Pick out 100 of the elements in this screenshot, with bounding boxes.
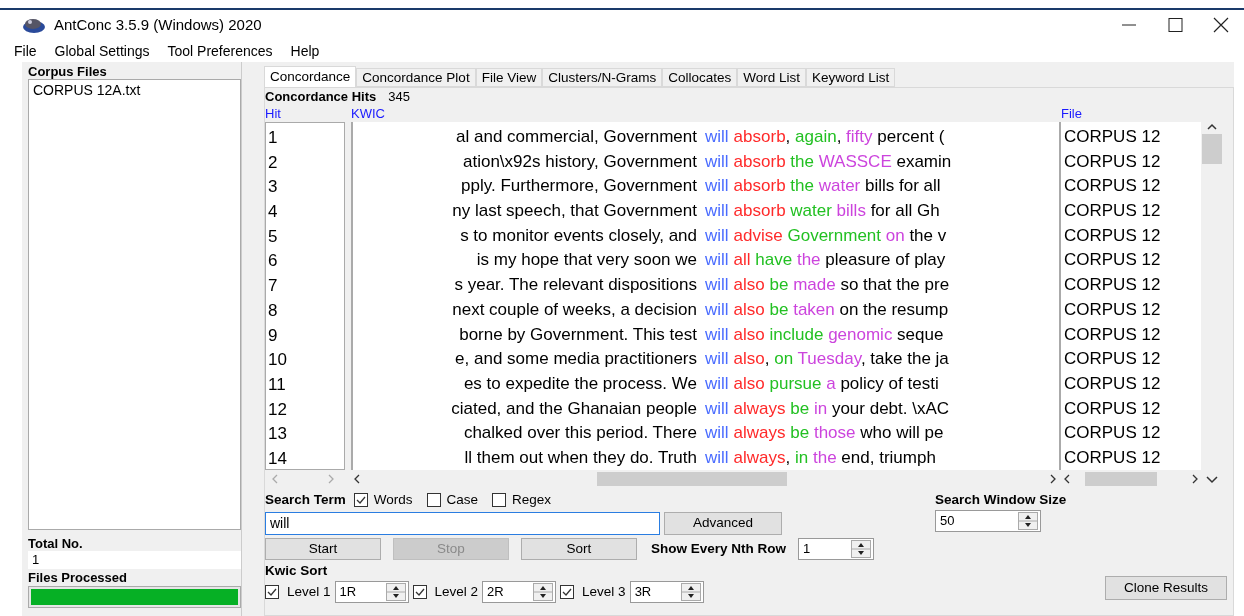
hit-number: 14 (267, 447, 288, 470)
checkbox[interactable] (560, 585, 575, 599)
left-context: ciated, and the Ghanaian people (450, 397, 698, 420)
checkbox[interactable] (265, 585, 279, 599)
right-context: always be those who will pe (733, 422, 944, 445)
checkbox[interactable] (412, 585, 427, 599)
left-context: ny last speech, that Government (451, 200, 698, 223)
menu-item[interactable]: Tool Preferences (167, 40, 273, 62)
scroll-thumb[interactable] (1202, 134, 1222, 164)
right-context: also be taken on the resump (733, 298, 949, 321)
tab[interactable]: Word List (737, 68, 806, 87)
hit-number: 4 (267, 201, 279, 224)
menu-item[interactable]: Help (290, 40, 320, 62)
total-value: 1 (28, 551, 241, 569)
file-cell-text: CORPUS 12 (1063, 348, 1162, 371)
checkbox[interactable] (353, 493, 368, 507)
node-word: will (705, 274, 730, 297)
tab[interactable]: Keyword List (806, 68, 896, 87)
scroll-thumb[interactable] (597, 472, 787, 486)
spin-field[interactable]: 1 (798, 538, 875, 560)
search-term-label: Search Term (265, 490, 346, 509)
tab[interactable]: File View (475, 68, 543, 87)
tab[interactable]: Collocates (662, 68, 738, 87)
spin-field[interactable]: 3R (629, 581, 704, 603)
menu-item[interactable]: Global Settings (54, 40, 150, 62)
window-title: AntConc 3.5.9 (Windows) 2020 (54, 14, 262, 35)
left-context: is my hope that very soon we (475, 249, 698, 272)
spin-field[interactable]: 1R (334, 581, 409, 603)
node-word: will (705, 200, 730, 223)
hit-number: 13 (267, 423, 288, 446)
node-word: will (705, 298, 730, 321)
action-button[interactable]: Start (265, 538, 381, 560)
right-context: also, on Tuesday, take the ja (733, 348, 949, 371)
checkbox[interactable] (492, 493, 507, 507)
file-cell-text: CORPUS 12 (1063, 175, 1162, 198)
left-context: pply. Furthermore, Government (460, 175, 698, 198)
scroll-thumb[interactable] (1085, 472, 1157, 486)
hit-number: 10 (267, 349, 288, 372)
node-word: will (705, 323, 730, 346)
file-cell-text: CORPUS 12 (1063, 422, 1162, 445)
menu-item[interactable]: File (14, 40, 37, 62)
left-context: al and commercial, Government (455, 126, 698, 148)
node-word: will (705, 348, 730, 371)
file-cell-text: CORPUS 12 (1063, 150, 1162, 173)
spin-arrows-icon (385, 583, 406, 601)
file-list-item[interactable]: CORPUS 12A.txt (29, 80, 240, 101)
file-cell-text: CORPUS 12 (1063, 397, 1162, 420)
hit-number: 12 (267, 398, 288, 421)
column-header[interactable]: KWIC (351, 106, 1061, 122)
tab[interactable]: Clusters/N-Grams (542, 68, 663, 87)
search-field[interactable]: will (265, 511, 660, 535)
right-context: always be in your debt. \xAC (733, 397, 950, 420)
right-context: also pursue a policy of testi (733, 372, 939, 395)
right-context: also be made so that the pre (733, 274, 950, 297)
node-word: will (705, 397, 730, 420)
tab[interactable]: Concordance Plot (356, 68, 476, 87)
nth-row-label: Show Every Nth Row (651, 539, 787, 558)
left-context: s year. The relevant dispositions (453, 274, 698, 297)
advanced-button[interactable]: Advanced (664, 511, 782, 535)
column-header[interactable]: Hit (265, 106, 351, 122)
check-icon (355, 495, 366, 505)
hit-number: 1 (267, 127, 279, 149)
file-cell-text: CORPUS 12 (1063, 224, 1162, 247)
hits-count: 345 (388, 88, 410, 107)
check-icon (562, 587, 573, 597)
left-context: s to monitor events closely, and (459, 224, 698, 247)
right-context: also include genomic seque (733, 323, 944, 346)
action-button[interactable]: Sort (521, 538, 637, 560)
clone-results-button[interactable]: Clone Results (1105, 576, 1227, 600)
hit-number: 8 (267, 299, 279, 322)
hit-number: 2 (267, 151, 279, 174)
hits-label: Concordance Hits (265, 88, 377, 107)
panel-label: Corpus Files (28, 64, 108, 79)
left-context: ll them out when they do. Truth (463, 446, 698, 469)
node-word: will (705, 126, 730, 148)
node-word: will (705, 372, 730, 395)
hit-number: 6 (267, 250, 279, 273)
spin-field[interactable]: 50 (935, 510, 1041, 532)
hit-number: 5 (267, 225, 279, 248)
file-cell-text: CORPUS 12 (1063, 126, 1162, 148)
file-cell-text: CORPUS 12 (1063, 372, 1162, 395)
node-word: will (705, 175, 730, 198)
left-context: borne by Government. This test (458, 323, 698, 346)
checkbox[interactable] (426, 493, 441, 507)
window-size-label: Search Window Size (935, 491, 1068, 509)
right-context: absorb, again, fifty percent ( (733, 126, 945, 148)
right-context: all have the pleasure of play (733, 249, 946, 272)
node-word: will (705, 422, 730, 445)
file-cell-text: CORPUS 12 (1063, 274, 1162, 297)
scroll-up-icon[interactable] (1206, 122, 1218, 132)
files-processed-label: Files Processed (28, 569, 128, 586)
spin-arrows-icon (851, 540, 872, 558)
tab[interactable]: Concordance (264, 66, 357, 87)
spin-arrows-icon (533, 583, 554, 601)
spin-field[interactable]: 2R (482, 581, 557, 603)
left-context: next couple of weeks, a decision (451, 298, 698, 321)
level-label: Level 1 (287, 582, 331, 601)
spin-arrows-icon (680, 583, 701, 601)
hit-number: 3 (267, 176, 279, 199)
column-header[interactable]: File (1061, 106, 1201, 122)
